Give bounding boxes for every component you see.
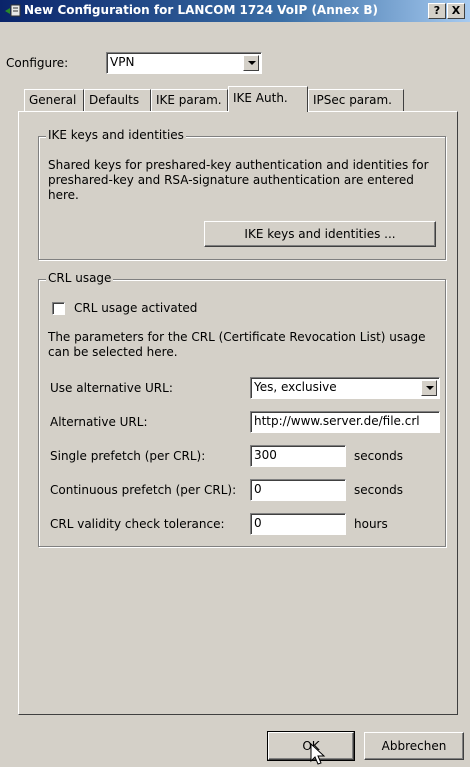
crl-usage-group-title: CRL usage — [46, 271, 114, 285]
ike-keys-group-title: IKE keys and identities — [46, 128, 186, 142]
validity-tolerance-label: CRL validity check tolerance: — [50, 517, 225, 531]
continuous-prefetch-input[interactable]: 0 — [250, 479, 346, 501]
configure-label: Configure: — [6, 56, 69, 70]
continuous-prefetch-label: Continuous prefetch (per CRL): — [50, 483, 237, 497]
crl-usage-checkbox[interactable] — [52, 302, 65, 315]
tab-ike-auth[interactable]: IKE Auth. — [228, 86, 308, 112]
help-button[interactable]: ? — [428, 3, 446, 19]
alt-url-label: Alternative URL: — [50, 415, 148, 429]
use-alt-url-select[interactable]: Yes, exclusive — [250, 377, 440, 399]
tab-label: IKE Auth. — [233, 91, 288, 105]
single-prefetch-unit: seconds — [354, 449, 404, 463]
use-alt-url-value: Yes, exclusive — [254, 380, 337, 394]
crl-description: The parameters for the CRL (Certificate … — [48, 330, 426, 359]
use-alt-url-label: Use alternative URL: — [50, 381, 173, 395]
configure-value: VPN — [110, 55, 135, 69]
tab-label: General — [29, 93, 77, 107]
tab-label: IKE param. — [156, 93, 222, 107]
ike-keys-description: Shared keys for preshared-key authentica… — [48, 158, 429, 202]
tab-defaults[interactable]: Defaults — [84, 89, 151, 111]
continuous-prefetch-unit: seconds — [354, 483, 404, 497]
crl-usage-checkbox-label: CRL usage activated — [74, 301, 198, 315]
tab-general[interactable]: General — [24, 89, 84, 111]
tab-ipsec-param[interactable]: IPSec param. — [308, 89, 404, 111]
single-prefetch-label: Single prefetch (per CRL): — [50, 449, 206, 463]
tab-ike-param[interactable]: IKE param. — [151, 89, 228, 111]
title-bar[interactable]: New Configuration for LANCOM 1724 VoIP (… — [0, 0, 470, 22]
cancel-button[interactable]: Abbrechen — [364, 732, 464, 760]
validity-tolerance-input[interactable]: 0 — [250, 513, 346, 535]
alt-url-input[interactable]: http://www.server.de/file.crl — [250, 411, 440, 433]
validity-tolerance-unit: hours — [354, 517, 388, 531]
mouse-cursor-icon — [310, 743, 326, 765]
tab-label: Defaults — [89, 93, 140, 107]
window-title: New Configuration for LANCOM 1724 VoIP (… — [24, 3, 378, 17]
app-icon — [5, 4, 21, 17]
tab-label: IPSec param. — [313, 93, 392, 107]
configure-select[interactable]: VPN — [106, 52, 262, 74]
chevron-down-icon[interactable] — [421, 380, 437, 396]
single-prefetch-input[interactable]: 300 — [250, 445, 346, 467]
close-button[interactable]: X — [447, 3, 465, 19]
ike-keys-button[interactable]: IKE keys and identities ... — [204, 221, 436, 247]
chevron-down-icon[interactable] — [243, 55, 259, 71]
